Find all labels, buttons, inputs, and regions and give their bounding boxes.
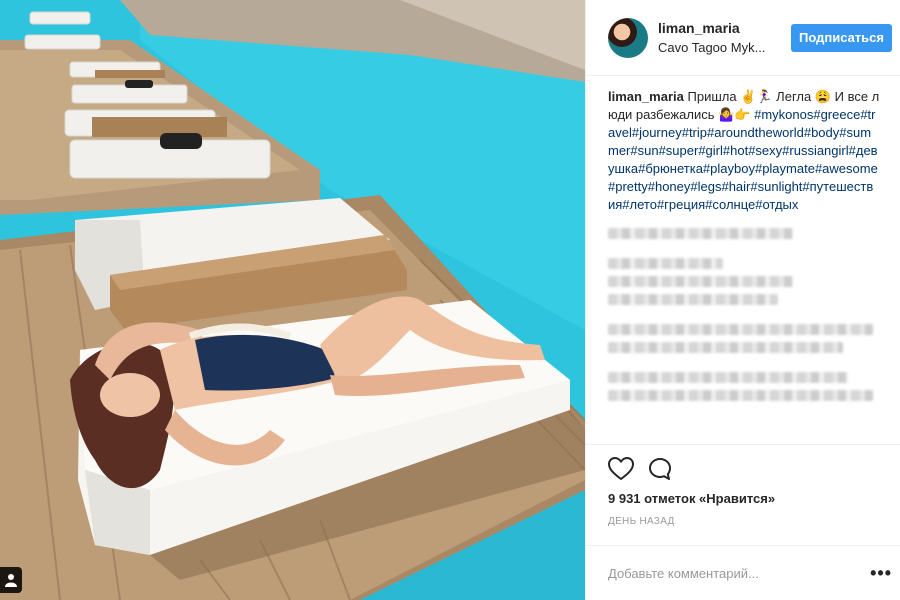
more-icon[interactable]: ••• — [870, 564, 892, 582]
user-tag-icon — [5, 574, 17, 587]
action-icons — [608, 453, 882, 485]
likes-count[interactable]: 9 931 отметок «Нравится» — [608, 491, 882, 506]
header-location[interactable]: Cavo Tagoo Myk... — [658, 39, 791, 57]
blurred-line — [608, 342, 843, 354]
post-header: liman_maria Cavo Tagoo Myk... Подписатьс… — [586, 0, 900, 77]
comment-icon[interactable] — [648, 457, 672, 481]
post-photo[interactable] — [0, 0, 585, 600]
header-username[interactable]: liman_maria — [658, 19, 791, 37]
comments-area: liman_maria Пришла ✌️🏃‍♀️ Легла 😩 И все … — [586, 76, 900, 444]
heart-icon[interactable] — [608, 457, 634, 481]
post-actions: 9 931 отметок «Нравится» ДЕНЬ НАЗАД — [586, 444, 900, 527]
follow-button[interactable]: Подписаться — [790, 23, 892, 52]
blurred-comments — [608, 228, 880, 402]
caption-username[interactable]: liman_maria — [608, 89, 684, 104]
avatar[interactable] — [608, 17, 648, 58]
header-text: liman_maria Cavo Tagoo Myk... — [658, 19, 791, 57]
add-comment-bar: ••• — [586, 545, 900, 600]
blurred-line — [608, 324, 873, 336]
instagram-post: liman_maria Cavo Tagoo Myk... Подписатьс… — [0, 0, 900, 600]
pool-scene — [0, 0, 585, 600]
post-sidebar: liman_maria Cavo Tagoo Myk... Подписатьс… — [585, 0, 900, 600]
blurred-line — [608, 372, 848, 384]
post-caption: liman_maria Пришла ✌️🏃‍♀️ Легла 😩 И все … — [608, 88, 880, 214]
caption-hashtags[interactable]: #mykonos#greece#travel#journey#trip#arou… — [608, 107, 878, 212]
post-time[interactable]: ДЕНЬ НАЗАД — [608, 516, 882, 527]
comment-input[interactable] — [608, 565, 871, 581]
blurred-line — [608, 228, 793, 240]
user-tag-button[interactable] — [0, 567, 22, 593]
blurred-line — [608, 294, 778, 306]
blurred-line — [608, 276, 793, 288]
blurred-line — [608, 258, 723, 270]
blurred-line — [608, 390, 873, 402]
